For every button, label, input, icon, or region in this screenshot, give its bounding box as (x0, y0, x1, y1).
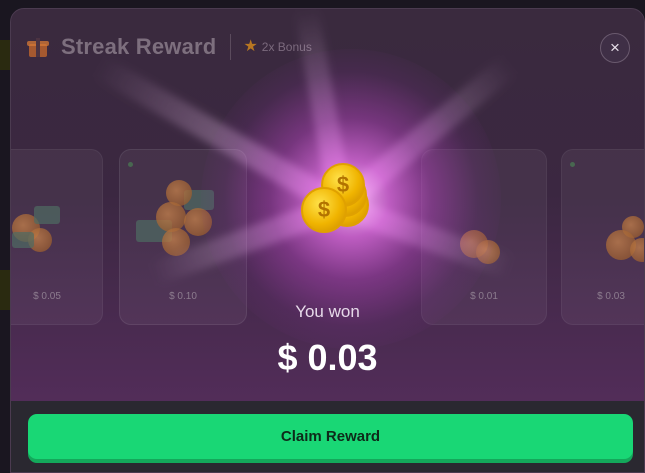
close-button[interactable]: × (600, 33, 630, 63)
card-amount: $ 0.05 (33, 291, 61, 302)
streak-reward-modal: Streak Reward ★ 2x Bonus × $ 0.05 $ 0.10… (10, 8, 645, 473)
reward-amount: $ 0.03 (277, 337, 378, 378)
card-amount: $ 0.10 (169, 291, 197, 302)
you-won-label: You won (295, 302, 360, 321)
gift-icon (27, 36, 49, 58)
card-indicator (128, 162, 133, 167)
card-indicator (570, 162, 575, 167)
modal-footer: Claim Reward (11, 401, 644, 472)
card-amount: $ 0.03 (597, 291, 625, 302)
reward-card: $ 0.05 (11, 149, 103, 325)
close-icon: × (610, 38, 620, 57)
modal-title: Streak Reward (61, 34, 217, 59)
reward-card: $ 0.03 (561, 149, 644, 325)
dollar-coins-icon: $ $ (301, 159, 381, 239)
header-divider (230, 34, 232, 60)
claim-reward-button[interactable]: Claim Reward (28, 414, 633, 459)
claim-reward-label: Claim Reward (280, 428, 381, 445)
star-icon: ★ (243, 38, 258, 55)
